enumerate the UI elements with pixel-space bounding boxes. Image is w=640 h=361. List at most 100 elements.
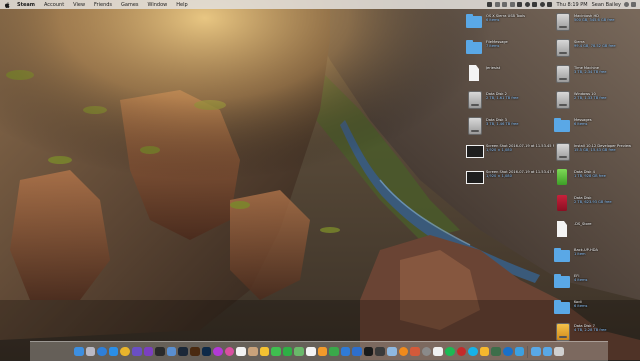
cpu-graph-status-icon[interactable] bbox=[494, 2, 500, 7]
desktop-item[interactable]: Screen Shot 2016-07-19 at 11.53.47 PM 1,… bbox=[466, 167, 556, 187]
handbrake-icon[interactable] bbox=[410, 346, 420, 357]
illustrator-icon[interactable] bbox=[189, 346, 200, 357]
desktop-item-label: Data Disk 4 1 TB, 928 GB free bbox=[574, 170, 606, 179]
dock bbox=[30, 341, 608, 361]
menu-user-name[interactable]: Sean Bailey bbox=[592, 2, 621, 8]
disk-icon bbox=[556, 143, 570, 161]
dropbox-status-icon[interactable] bbox=[517, 2, 523, 7]
activity-monitor-icon[interactable] bbox=[375, 346, 386, 357]
keynote-icon[interactable] bbox=[340, 346, 351, 357]
desktop-item[interactable]: .DS_Store bbox=[554, 219, 640, 239]
desktop-item[interactable]: Jeriesist bbox=[466, 63, 556, 83]
desktop-item-label: Jeriesist bbox=[486, 66, 501, 70]
notes-icon[interactable] bbox=[132, 346, 142, 357]
menu-clock[interactable]: Thu 8:19 PM bbox=[556, 2, 587, 8]
wifi-status-icon[interactable] bbox=[539, 2, 545, 7]
desktop-item[interactable]: FileMessage 7 items bbox=[466, 37, 556, 57]
menu-view[interactable]: View bbox=[73, 2, 85, 8]
disk-icon bbox=[556, 39, 570, 57]
messages-icon[interactable] bbox=[271, 346, 281, 357]
contacts-icon[interactable] bbox=[247, 346, 258, 357]
1password-icon[interactable] bbox=[503, 346, 513, 357]
facetime-icon[interactable] bbox=[282, 346, 293, 357]
menu-friends[interactable]: Friends bbox=[94, 2, 112, 8]
desktop-item-label: Messages 6 items bbox=[574, 118, 592, 127]
maps-icon[interactable] bbox=[294, 346, 304, 357]
folder-icon bbox=[554, 118, 570, 132]
activity-monitor-status-icon[interactable] bbox=[487, 2, 493, 7]
terminal-icon[interactable] bbox=[363, 346, 374, 357]
desktop-item[interactable]: Windows 10 2 TB, 1.33 TB free bbox=[554, 89, 640, 109]
atom-icon[interactable] bbox=[491, 346, 501, 357]
imovie-icon[interactable] bbox=[143, 346, 154, 357]
finder-icon[interactable] bbox=[74, 346, 84, 357]
desktop-item-label: Data Disk 2 2 TB, 1.61 TB free bbox=[486, 92, 519, 101]
itunes-icon[interactable] bbox=[224, 346, 235, 357]
desktop-item-label: EFI 4 items bbox=[574, 274, 588, 283]
menu-help[interactable]: Help bbox=[176, 2, 187, 8]
volume-status-icon[interactable] bbox=[547, 2, 553, 7]
photoshop-icon[interactable] bbox=[201, 346, 212, 357]
desktop-item[interactable]: EFI 4 items bbox=[554, 271, 640, 291]
chrome-icon[interactable] bbox=[120, 346, 130, 357]
desktop-item[interactable]: Screen Shot 2016-07-19 at 11.53.45 PM 1,… bbox=[466, 141, 556, 161]
desktop-item[interactable]: Data Disk 2 TB, 623.93 GB free bbox=[554, 193, 640, 213]
desktop-item[interactable]: Time Machine 3 TB, 2.34 TB free bbox=[554, 63, 640, 83]
safari-icon[interactable] bbox=[97, 346, 107, 357]
tweetbot-icon[interactable] bbox=[514, 346, 525, 357]
desktop-item-label: Macintosh HD 500 GB, 345.6 GB free bbox=[574, 14, 615, 23]
preview-icon[interactable] bbox=[387, 346, 397, 357]
desktop-item-label: Time Machine 3 TB, 2.34 TB free bbox=[574, 66, 607, 75]
memory-graph-status-icon[interactable] bbox=[502, 2, 508, 7]
spotify-icon[interactable] bbox=[445, 346, 455, 357]
menu-app-name[interactable]: Steam bbox=[17, 2, 35, 8]
desktop-item[interactable]: Install 10.12 Developer Preview 15.5 GB,… bbox=[554, 141, 640, 161]
sketch-icon[interactable] bbox=[479, 346, 490, 357]
spotlight-icon[interactable] bbox=[623, 2, 629, 7]
transmission-icon[interactable] bbox=[456, 346, 467, 357]
desktop-item[interactable]: OS X Sierra USB Tools 6 items bbox=[466, 11, 556, 31]
menu-games[interactable]: Games bbox=[121, 2, 139, 8]
launchpad-icon[interactable] bbox=[85, 346, 96, 357]
numbers-icon[interactable] bbox=[329, 346, 339, 357]
kodi-icon[interactable] bbox=[468, 346, 478, 357]
pages-icon[interactable] bbox=[317, 346, 328, 357]
photos-icon[interactable] bbox=[259, 346, 270, 357]
downloads-stack-icon[interactable] bbox=[531, 346, 541, 357]
desktop-item[interactable]: Macintosh HD 500 GB, 345.6 GB free bbox=[554, 11, 640, 31]
mail-icon[interactable] bbox=[166, 346, 177, 357]
desktop-item[interactable]: Data Disk 3 3 TB, 1.46 TB free bbox=[466, 115, 556, 135]
vlc-icon[interactable] bbox=[398, 346, 409, 357]
xcode-icon[interactable] bbox=[352, 346, 362, 357]
desktop-item-label: FileMessage 7 items bbox=[486, 40, 508, 49]
folder-icon bbox=[554, 274, 570, 288]
desktop-item[interactable]: Messages 6 items bbox=[554, 115, 640, 135]
desktop-item[interactable]: Data Disk 2 2 TB, 1.61 TB free bbox=[466, 89, 556, 109]
music-icon[interactable] bbox=[213, 346, 223, 357]
desktop-item[interactable]: Back-UP-HDA 1 item bbox=[554, 245, 640, 265]
desktop-item-label: Screen Shot 2016-07-19 at 11.53.47 PM 1,… bbox=[486, 170, 554, 179]
final-cut-icon[interactable] bbox=[155, 346, 165, 357]
steam-icon[interactable] bbox=[178, 346, 188, 357]
reminders-icon[interactable] bbox=[305, 346, 316, 357]
desktop-item[interactable]: Sierra 99.4 GB, 78.52 GB free bbox=[554, 37, 640, 57]
notification-center-icon[interactable] bbox=[631, 2, 636, 7]
red-disk-icon bbox=[557, 195, 567, 211]
folder-icon bbox=[466, 14, 482, 28]
document-icon bbox=[469, 65, 479, 81]
desktop-item[interactable]: Data Disk 7 4 TB, 2.28 TB free bbox=[554, 321, 640, 341]
trash-icon[interactable] bbox=[554, 346, 564, 357]
menu-window[interactable]: Window bbox=[148, 2, 168, 8]
calendar-icon[interactable] bbox=[236, 346, 246, 357]
apple-icon[interactable] bbox=[5, 1, 11, 8]
time-machine-status-icon[interactable] bbox=[524, 2, 530, 7]
bluetooth-status-icon[interactable] bbox=[532, 2, 538, 7]
app-store-icon[interactable] bbox=[108, 346, 119, 357]
network-graph-status-icon[interactable] bbox=[509, 2, 515, 7]
system-preferences-icon[interactable] bbox=[421, 346, 432, 357]
desktop-item[interactable]: Data Disk 4 1 TB, 928 GB free bbox=[554, 167, 640, 187]
menu-account[interactable]: Account bbox=[44, 2, 64, 8]
textedit-icon[interactable] bbox=[433, 346, 444, 357]
desktop-item[interactable]: Kodi 6 items bbox=[554, 297, 640, 317]
documents-stack-icon[interactable] bbox=[542, 346, 553, 357]
